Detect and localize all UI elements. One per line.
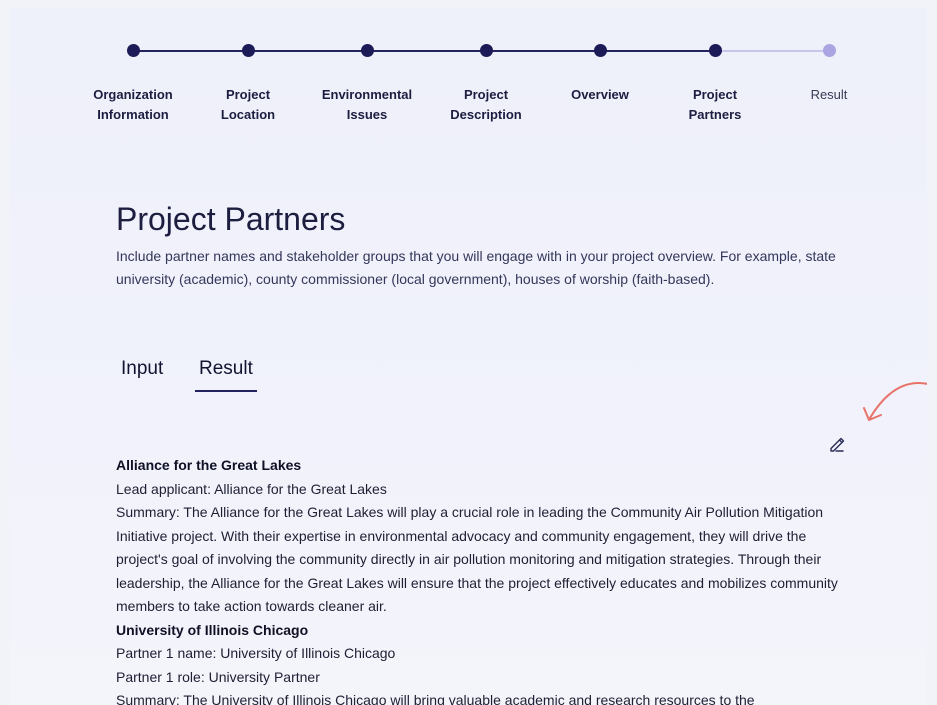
org-name: Alliance for the Great Lakes [116, 457, 302, 473]
page-description: Include partner names and stakeholder gr… [116, 248, 836, 287]
step-label-overview[interactable]: Overview [540, 85, 660, 105]
step-label-organization[interactable]: Organization Information [73, 85, 193, 125]
org-name: University of Illinois Chicago [116, 621, 309, 638]
progress-stepper: Organization Information Project Location … [10, 8, 927, 148]
step-label-environmental[interactable]: Environmental Issues [307, 85, 427, 125]
pencil-icon[interactable] [828, 435, 846, 453]
step-dot-result[interactable] [823, 44, 836, 57]
step-label-description[interactable]: Project Description [426, 85, 546, 125]
step-dot-description[interactable] [480, 44, 493, 57]
partner-name: Partner 1 name: University of Illinois C… [116, 645, 396, 661]
stepper-track-pending [716, 50, 829, 52]
lead-applicant: Lead applicant: Alliance for the Great L… [116, 480, 387, 497]
org-summary: Summary: The University of Illinois Chic… [116, 692, 755, 705]
step-dot-organization[interactable] [127, 44, 140, 57]
step-dot-overview[interactable] [594, 44, 607, 57]
curved-arrow-icon [863, 382, 927, 421]
org-summary: Summary: The Alliance for the Great Lake… [116, 504, 838, 614]
step-label-location[interactable]: Project Location [188, 85, 308, 125]
tab-input[interactable]: Input [121, 358, 163, 390]
tab-result[interactable]: Result [195, 358, 257, 392]
result-content: Alliance for the Great Lakes Lead applic… [116, 454, 856, 705]
step-dot-location[interactable] [242, 44, 255, 57]
step-dot-partners[interactable] [709, 44, 722, 57]
step-label-result[interactable]: Result [769, 85, 889, 105]
partner-role: Partner 1 role: University Partner [116, 668, 320, 685]
stepper-track-complete [134, 50, 716, 52]
form-card: Organization Information Project Location … [10, 8, 927, 705]
step-label-partners[interactable]: Project Partners [655, 85, 775, 125]
page-title: Project Partners [116, 201, 346, 237]
step-dot-environmental[interactable] [361, 44, 374, 57]
